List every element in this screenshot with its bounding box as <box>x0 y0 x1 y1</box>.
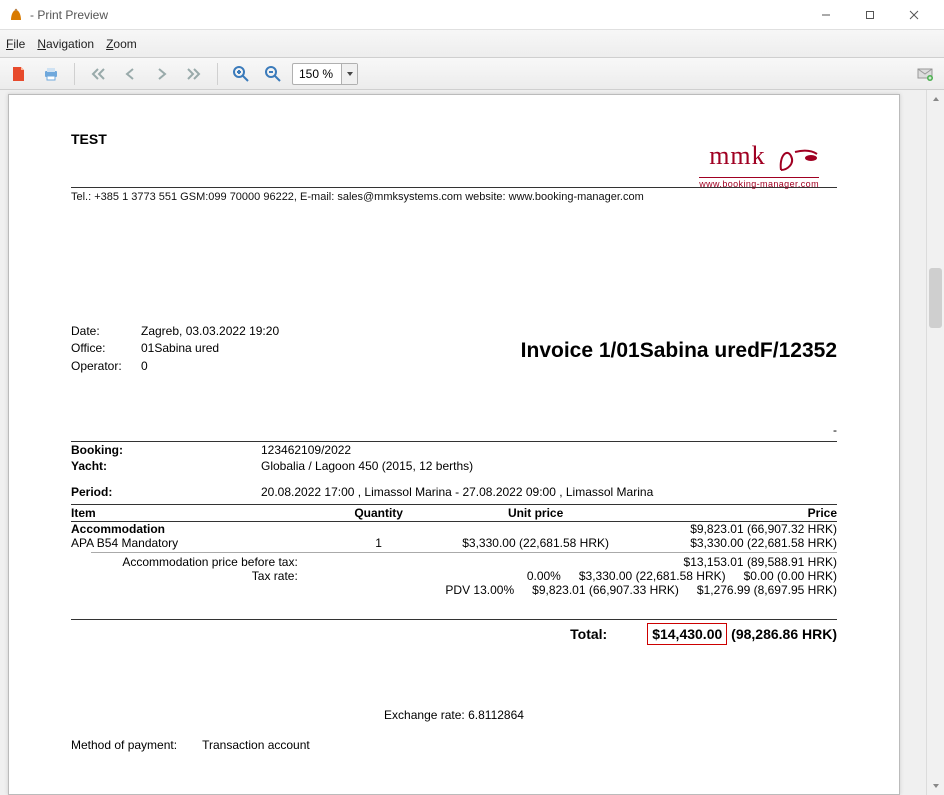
booking-label: Booking: <box>71 443 261 457</box>
nav-next-button[interactable] <box>149 61 175 87</box>
title-bar: - Print Preview <box>0 0 944 30</box>
export-pdf-button[interactable] <box>6 61 32 87</box>
office-label: Office: <box>71 340 141 357</box>
tax1-amt: $0.00 (0.00 HRK) <box>744 569 837 583</box>
zoom-combo[interactable] <box>292 63 358 85</box>
zoom-dropdown-button[interactable] <box>341 64 357 84</box>
rule-thin <box>91 552 837 553</box>
scroll-track[interactable] <box>927 108 944 777</box>
app-icon <box>8 7 24 23</box>
scroll-down-button[interactable] <box>927 777 944 795</box>
minimize-button[interactable] <box>804 1 848 29</box>
total-alt: (98,286.86 HRK) <box>731 626 837 642</box>
scroll-thumb[interactable] <box>929 268 942 328</box>
payment-row: Method of payment: Transaction account <box>71 738 837 752</box>
period-value: 20.08.2022 17:00 , Limassol Marina - 27.… <box>261 485 837 499</box>
zoom-in-button[interactable] <box>228 61 254 87</box>
vertical-scrollbar[interactable] <box>926 90 944 795</box>
menu-navigation[interactable]: Navigation <box>37 37 94 51</box>
before-tax-value: $13,153.01 (89,588.91 HRK) <box>684 555 837 569</box>
window-title: - Print Preview <box>30 8 108 22</box>
period-label: Period: <box>71 485 261 499</box>
exchange-rate: Exchange rate: 6.8112864 <box>71 708 837 722</box>
col-item: Item <box>71 506 322 520</box>
separator <box>74 63 75 85</box>
total-row: Total: $14,430.00 (98,286.86 HRK) <box>71 620 837 642</box>
booking-value: 123462109/2022 <box>261 443 837 457</box>
tax2-amt: $1,276.99 (8,697.95 HRK) <box>697 583 837 597</box>
items-header: Item Quantity Unit price Price <box>71 504 837 522</box>
item-name: APA B54 Mandatory <box>71 536 322 550</box>
document-area: mmk www.booking-manager.com TEST Tel.: +… <box>0 90 926 795</box>
total-main: $14,430.00 <box>647 623 727 645</box>
nav-last-button[interactable] <box>181 61 207 87</box>
operator-value: 0 <box>141 359 148 373</box>
invoice-title: Invoice 1/01Sabina uredF/12352 <box>521 339 837 363</box>
menu-bar: File Navigation Zoom <box>0 30 944 58</box>
zoom-input[interactable] <box>293 64 341 84</box>
tax-rate-label: Tax rate: <box>71 569 308 583</box>
close-button[interactable] <box>892 1 936 29</box>
dash-line: - <box>71 423 837 437</box>
scroll-up-button[interactable] <box>927 90 944 108</box>
brand-mark-icon <box>777 146 819 175</box>
item-price: $9,823.01 (66,907.32 HRK) <box>636 522 837 536</box>
subtotal-block: Accommodation price before tax: $13,153.… <box>71 555 837 597</box>
tax2-base: $9,823.01 (66,907.33 HRK) <box>532 583 679 597</box>
print-button[interactable] <box>38 61 64 87</box>
viewport: mmk www.booking-manager.com TEST Tel.: +… <box>0 90 944 795</box>
maximize-button[interactable] <box>848 1 892 29</box>
yacht-label: Yacht: <box>71 459 261 473</box>
tax1-base: $3,330.00 (22,681.58 HRK) <box>579 569 726 583</box>
col-unit: Unit price <box>435 506 636 520</box>
tax2-label: PDV 13.00% <box>445 583 514 597</box>
items-body: Accommodation $9,823.01 (66,907.32 HRK) … <box>71 522 837 550</box>
document-page: mmk www.booking-manager.com TEST Tel.: +… <box>8 94 900 795</box>
office-value: 01Sabina ured <box>141 341 219 355</box>
contact-line: Tel.: +385 1 3773 551 GSM:099 70000 9622… <box>71 188 837 203</box>
operator-label: Operator: <box>71 358 141 375</box>
details-block: Booking:123462109/2022 Yacht:Globalia / … <box>71 442 837 500</box>
zoom-out-button[interactable] <box>260 61 286 87</box>
col-price: Price <box>636 506 837 520</box>
item-price: $3,330.00 (22,681.58 HRK) <box>636 536 837 550</box>
menu-zoom[interactable]: Zoom <box>106 37 137 51</box>
nav-first-button[interactable] <box>85 61 111 87</box>
menu-file[interactable]: File <box>6 37 25 51</box>
header-right: Invoice 1/01Sabina uredF/12352 <box>521 323 837 375</box>
page-content: TEST Tel.: +385 1 3773 551 GSM:099 70000… <box>9 95 899 772</box>
date-value: Zagreb, 03.03.2022 19:20 <box>141 324 279 338</box>
brand-text: mmk <box>709 141 765 170</box>
total-label: Total: <box>71 626 647 642</box>
payment-label: Method of payment: <box>71 738 199 752</box>
payment-value: Transaction account <box>202 738 310 752</box>
date-label: Date: <box>71 323 141 340</box>
nav-prev-button[interactable] <box>117 61 143 87</box>
brand-subtext: www.booking-manager.com <box>699 177 819 189</box>
header-left: Date:Zagreb, 03.03.2022 19:20 Office:01S… <box>71 323 279 375</box>
toolbar <box>0 58 944 90</box>
mail-button[interactable] <box>912 61 938 87</box>
yacht-value: Globalia / Lagoon 450 (2015, 12 berths) <box>261 459 837 473</box>
separator <box>217 63 218 85</box>
item-name: Accommodation <box>71 522 322 536</box>
col-qty: Quantity <box>322 506 435 520</box>
item-unit: $3,330.00 (22,681.58 HRK) <box>435 536 636 550</box>
before-tax-label: Accommodation price before tax: <box>71 555 308 569</box>
tax1-pct: 0.00% <box>527 569 561 583</box>
logo: mmk www.booking-manager.com <box>699 141 819 189</box>
item-qty: 1 <box>322 536 435 550</box>
